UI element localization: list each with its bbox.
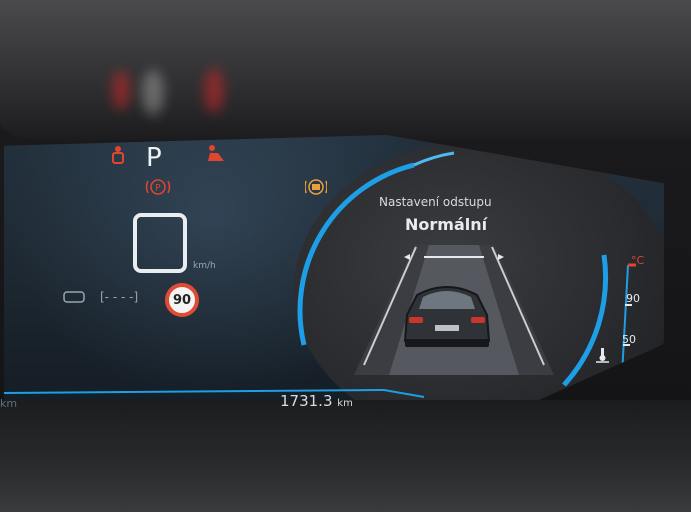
odometer-unit: km [337, 398, 353, 409]
vehicle-graphic [403, 286, 491, 347]
speed-display [133, 213, 187, 273]
speed-limit-sign: 90 [165, 283, 199, 317]
seatbelt-warning-icon [112, 146, 124, 164]
svg-text:P: P [155, 184, 161, 194]
acc-title: Nastavení odstupu [379, 195, 492, 209]
temp-unit: °C [631, 254, 645, 267]
odometer: 1731.3 km [280, 392, 353, 410]
instrument-screen: Nastavení odstupu Normální °C 90 50 [4, 135, 664, 403]
bottom-line [4, 388, 425, 398]
parking-brake-icon: P [145, 179, 171, 195]
odometer-value: 1731.3 [280, 392, 333, 410]
temp-low: 50 [622, 333, 636, 346]
speed-unit: km/h [193, 261, 216, 271]
red-reflection-2 [204, 68, 224, 113]
svg-text:[- - - -]: [- - - -] [100, 290, 138, 304]
left-gauge-arc-top [413, 151, 455, 167]
cruise-control-icon: [- - - -] [63, 290, 138, 304]
gear-indicator: P [146, 143, 162, 173]
red-reflection [112, 70, 130, 110]
temp-high: 90 [626, 292, 640, 305]
adaptive-cruise-icon [305, 179, 327, 195]
thermometer-icon [596, 348, 609, 363]
airbag-warning-icon [208, 145, 224, 161]
dashboard-hood [0, 0, 691, 140]
dashboard-lower-trim [0, 400, 691, 512]
white-reflection [142, 70, 164, 115]
trip-unit: km [0, 397, 18, 410]
acc-value: Normální [405, 215, 488, 234]
